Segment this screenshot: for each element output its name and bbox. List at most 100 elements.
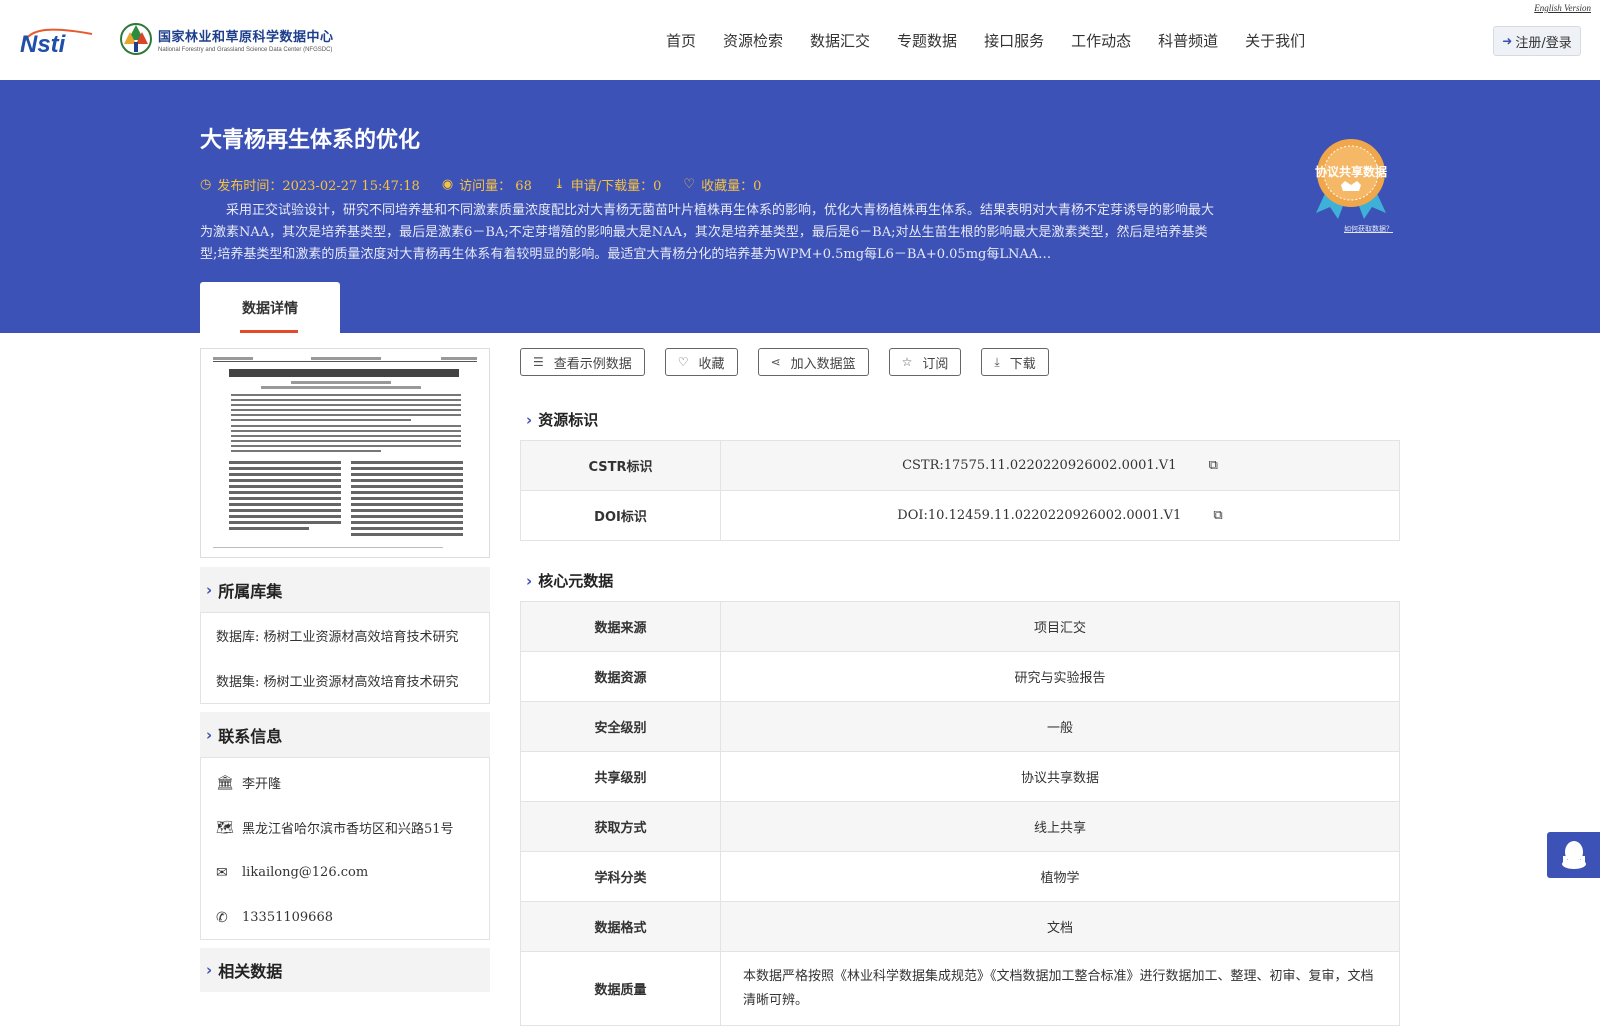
heart-icon: ♡ [683,177,696,192]
nfgsdc-logo[interactable]: 国家林业和草原科学数据中心 National Forestry and Gras… [118,20,334,58]
login-button[interactable]: ➜ 注册/登录 [1493,26,1581,56]
add-to-basket-button[interactable]: ⋖ 加入数据篮 [757,348,869,376]
nav-data-submission[interactable]: 数据汇交 [810,30,870,51]
favorite-count: ♡ 收藏量：0 [683,175,761,194]
site-header: English Version Nsti 国家林业和草原科学数据中心 Natio… [0,0,1600,80]
metadata-key: 数据格式 [520,901,721,952]
metadata-value: 项目汇交 [720,601,1400,652]
dataset-meta: ◷ 发布时间：2023-02-27 15:47:18 ◉ 访问量： 68 ⤓ 申… [200,175,783,194]
nav-api-service[interactable]: 接口服务 [984,30,1044,51]
view-sample-label: 查看示例数据 [553,356,632,372]
metadata-key: 安全级别 [520,701,721,752]
tab-data-details[interactable]: 数据详情 [200,282,340,333]
library-section-title: › 所属库集 [200,567,490,613]
metadata-value: 一般 [720,701,1400,752]
library-item-dataset[interactable]: 数据集: 杨树工业资源材高效培育技术研究 [201,658,489,703]
doi-value: DOI:10.12459.11.0220220926002.0001.V1 ⧉ [720,490,1400,541]
heart-icon: ♡ [677,355,689,369]
how-to-get-data-link[interactable]: 如何获取数据？ [1344,224,1393,234]
favorite-button[interactable]: ♡ 收藏 [664,348,738,376]
action-bar: ☰ 查看示例数据 ♡ 收藏 ⋖ 加入数据篮 ☆ 订阅 ⤓ 下载 [520,348,1069,376]
logo-title-en: National Forestry and Grassland Science … [158,46,333,53]
cstr-value-text: CSTR:17575.11.0220220926002.0001.V1 [902,458,1177,473]
badge-label: 协议共享数据 [1315,164,1387,179]
publish-time: ◷ 发布时间：2023-02-27 15:47:18 [200,175,420,194]
nav-science-channel[interactable]: 科普频道 [1158,30,1218,51]
metadata-key: 共享级别 [520,751,721,802]
download-button[interactable]: ⤓ 下载 [981,348,1049,376]
library-title-text: 所属库集 [218,582,283,601]
table-row: 获取方式 线上共享 [520,801,1400,852]
download-count: ⤓ 申请/下载量：0 [554,175,662,194]
library-list: 数据库: 杨树工业资源材高效培育技术研究 数据集: 杨树工业资源材高效培育技术研… [200,612,490,704]
nav-work-news[interactable]: 工作动态 [1071,30,1131,51]
contact-email: ✉ likailong@126.com [201,850,489,895]
institution-icon: 🏛 [216,774,234,791]
doi-key: DOI标识 [520,490,721,541]
subscribe-button[interactable]: ☆ 订阅 [888,348,962,376]
nav-about-us[interactable]: 关于我们 [1245,30,1305,51]
metadata-value: 文档 [720,901,1400,952]
contact-list: 🏛 李开隆 🗺 黑龙江省哈尔滨市香坊区和兴路51号 ✉ likailong@12… [200,757,490,940]
copy-icon[interactable]: ⧉ [1209,458,1218,473]
table-row: 安全级别 一般 [520,701,1400,752]
cstr-value: CSTR:17575.11.0220220926002.0001.V1 ⧉ [720,440,1400,491]
subscribe-label: 订阅 [922,356,949,372]
dataset-abstract: 采用正交试验设计，研究不同培养基和不同激素质量浓度配比对大青杨无菌苗叶片植株再生… [200,203,1215,262]
metadata-value: 本数据严格按照《林业科学数据集成规范》《文档数据加工整合标准》进行数据加工、整理… [720,951,1400,1026]
download-count-text: 申请/下载量：0 [570,179,662,194]
online-chat-button[interactable] [1547,832,1600,878]
contact-email-text[interactable]: likailong@126.com [242,865,368,880]
share-level-badge: 协议共享数据 [1308,135,1398,223]
identifiers-table: CSTR标识 CSTR:17575.11.0220220926002.0001.… [520,440,1400,541]
core-metadata-section-title: › 核心元数据 [526,570,613,591]
table-row: DOI标识 DOI:10.12459.11.0220220926002.0001… [520,490,1400,541]
english-version-link[interactable]: English Version [1534,3,1591,13]
nav-topic-data[interactable]: 专题数据 [897,30,957,51]
nav-resource-search[interactable]: 资源检索 [723,30,783,51]
nsti-logo[interactable]: Nsti [18,22,98,60]
visit-count-text: 访问量： 68 [459,179,532,194]
download-icon: ⤓ [553,177,565,192]
core-metadata-title-text: 核心元数据 [538,572,614,590]
visit-count: ◉ 访问量： 68 [442,175,532,194]
sign-in-icon: ➜ [1502,34,1513,48]
table-row: CSTR标识 CSTR:17575.11.0220220926002.0001.… [520,440,1400,491]
table-row: 数据来源 项目汇交 [520,601,1400,652]
doi-value-text[interactable]: DOI:10.12459.11.0220220926002.0001.V1 [897,508,1181,523]
qq-chat-icon [1561,841,1586,869]
table-row: 数据资源 研究与实验报告 [520,651,1400,702]
login-label: 注册/登录 [1515,35,1572,51]
metadata-key: 数据质量 [520,951,721,1026]
dataset-banner: 大青杨再生体系的优化 ◷ 发布时间：2023-02-27 15:47:18 ◉ … [0,80,1600,333]
metadata-key: 获取方式 [520,801,721,852]
map-icon: 🗺 [216,819,234,836]
metadata-key: 数据来源 [520,601,721,652]
library-item-database[interactable]: 数据库: 杨树工业资源材高效培育技术研究 [201,613,489,658]
database-icon: ☰ [533,355,544,369]
favorite-count-text: 收藏量：0 [701,179,762,194]
table-row: 共享级别 协议共享数据 [520,751,1400,802]
document-thumbnail[interactable] [200,348,490,558]
cstr-key: CSTR标识 [520,440,721,491]
contact-name: 🏛 李开隆 [201,760,489,805]
nav-home[interactable]: 首页 [666,30,696,51]
related-section-title: › 相关数据 [200,948,490,992]
eye-icon: ◉ [441,177,454,192]
logo-title-cn: 国家林业和草原科学数据中心 [158,29,334,45]
envelope-icon: ✉ [216,864,228,881]
favorite-label: 收藏 [698,356,725,372]
nfgsdc-emblem-icon [120,23,152,55]
table-row: 数据格式 文档 [520,901,1400,952]
star-icon: ☆ [901,355,913,369]
view-sample-button[interactable]: ☰ 查看示例数据 [520,348,645,376]
metadata-value: 植物学 [720,851,1400,902]
clock-icon: ◷ [200,177,212,192]
contact-section-title: › 联系信息 [200,712,490,758]
core-metadata-table: 数据来源 项目汇交 数据资源 研究与实验报告 安全级别 一般 共享级别 协议共享… [520,601,1400,1026]
share-icon: ⋖ [770,355,781,369]
copy-icon[interactable]: ⧉ [1213,508,1222,523]
phone-icon: ✆ [216,909,228,926]
metadata-value: 研究与实验报告 [720,651,1400,702]
related-title-text: 相关数据 [218,962,283,981]
